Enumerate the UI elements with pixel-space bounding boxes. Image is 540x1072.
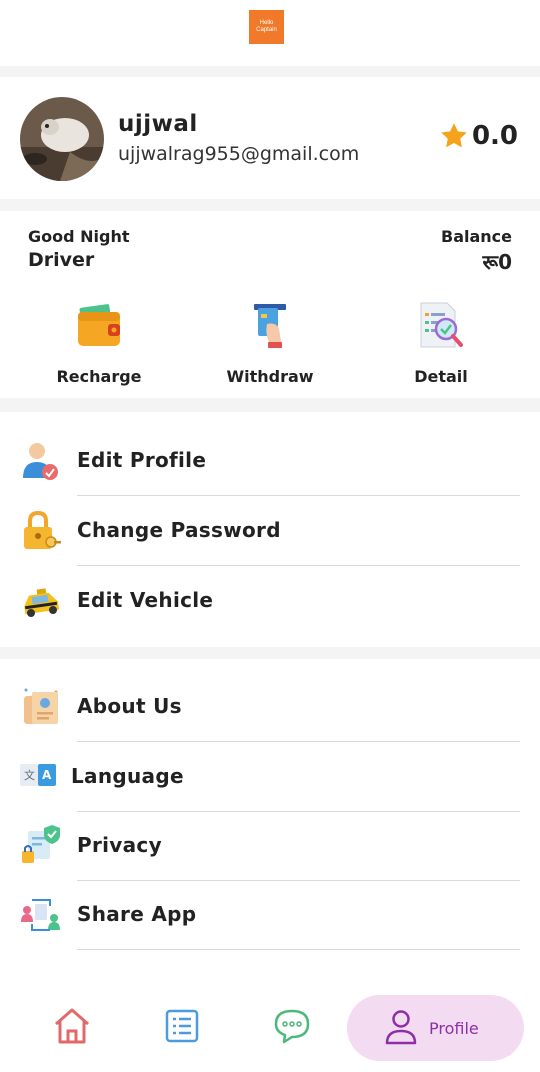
user-name: ujjwal — [118, 111, 198, 137]
recharge-button[interactable]: Recharge — [29, 299, 169, 386]
app-logo: Hello Captain — [249, 10, 284, 44]
padlock-key-icon — [24, 510, 61, 549]
svg-text:文: 文 — [24, 768, 35, 782]
menu-share-app[interactable]: Share App — [0, 880, 540, 950]
menu-language[interactable]: 文 A Language — [0, 742, 540, 812]
bottom-nav: Profile — [0, 978, 540, 1072]
avatar[interactable] — [20, 97, 104, 181]
menu-edit-profile-label: Edit Profile — [77, 448, 207, 472]
atm-card-icon — [254, 304, 286, 348]
nav-profile-tab[interactable]: Profile — [347, 995, 524, 1061]
withdraw-button[interactable]: Withdraw — [200, 299, 340, 386]
chat-bubble-icon[interactable] — [272, 1006, 312, 1046]
balance-label: Balance — [441, 227, 512, 246]
star-icon — [441, 123, 467, 148]
balance-card: Good Night Driver Balance रू0 Recharge W… — [0, 211, 540, 398]
role-text: Driver — [28, 249, 95, 271]
menu-edit-vehicle-label: Edit Vehicle — [77, 588, 214, 612]
menu-privacy-label: Privacy — [77, 833, 162, 857]
app-header: Hello Captain — [0, 0, 540, 66]
person-icon — [385, 1010, 417, 1045]
home-icon[interactable] — [52, 1006, 92, 1046]
logo-text: Hello Captain — [256, 20, 277, 33]
menu-item-partial[interactable] — [0, 950, 540, 979]
menu-edit-profile[interactable]: Edit Profile — [0, 426, 540, 496]
id-card-icon — [24, 688, 58, 724]
user-email: ujjwalrag955@gmail.com — [118, 143, 360, 165]
privacy-shield-icon — [22, 825, 60, 863]
menu-change-password[interactable]: Change Password — [0, 496, 540, 566]
rate-star-icon — [25, 978, 27, 979]
document-search-icon — [420, 302, 463, 348]
account-menu: Edit Profile Change Password Edit Vehicl… — [0, 412, 540, 647]
menu-privacy[interactable]: Privacy — [0, 811, 540, 881]
balance-value: रू0 — [482, 250, 512, 274]
taxi-car-icon — [24, 588, 60, 617]
withdraw-label: Withdraw — [226, 367, 314, 386]
share-people-icon — [21, 899, 60, 931]
menu-about-us-label: About Us — [77, 694, 182, 718]
recharge-label: Recharge — [56, 367, 142, 386]
general-menu: About Us 文 A Language Privacy Share App — [0, 659, 540, 979]
svg-text:A: A — [42, 768, 52, 782]
menu-edit-vehicle[interactable]: Edit Vehicle — [0, 566, 540, 636]
user-edit-icon — [23, 443, 58, 480]
menu-share-app-label: Share App — [77, 902, 197, 926]
list-icon[interactable] — [162, 1006, 202, 1046]
wallet-icon — [78, 304, 120, 346]
detail-button[interactable]: Detail — [371, 299, 511, 386]
rating-value: 0.0 — [471, 121, 518, 151]
menu-language-label: Language — [71, 764, 184, 788]
greeting-text: Good Night — [28, 227, 130, 246]
detail-label: Detail — [414, 367, 468, 386]
profile-card: ujjwal ujjwalrag955@gmail.com 0.0 — [0, 77, 540, 199]
rating: 0.0 — [439, 121, 518, 151]
menu-about-us[interactable]: About Us — [0, 672, 540, 742]
menu-change-password-label: Change Password — [77, 518, 281, 542]
nav-profile-label: Profile — [429, 1019, 479, 1038]
translate-icon: 文 A — [20, 764, 56, 786]
